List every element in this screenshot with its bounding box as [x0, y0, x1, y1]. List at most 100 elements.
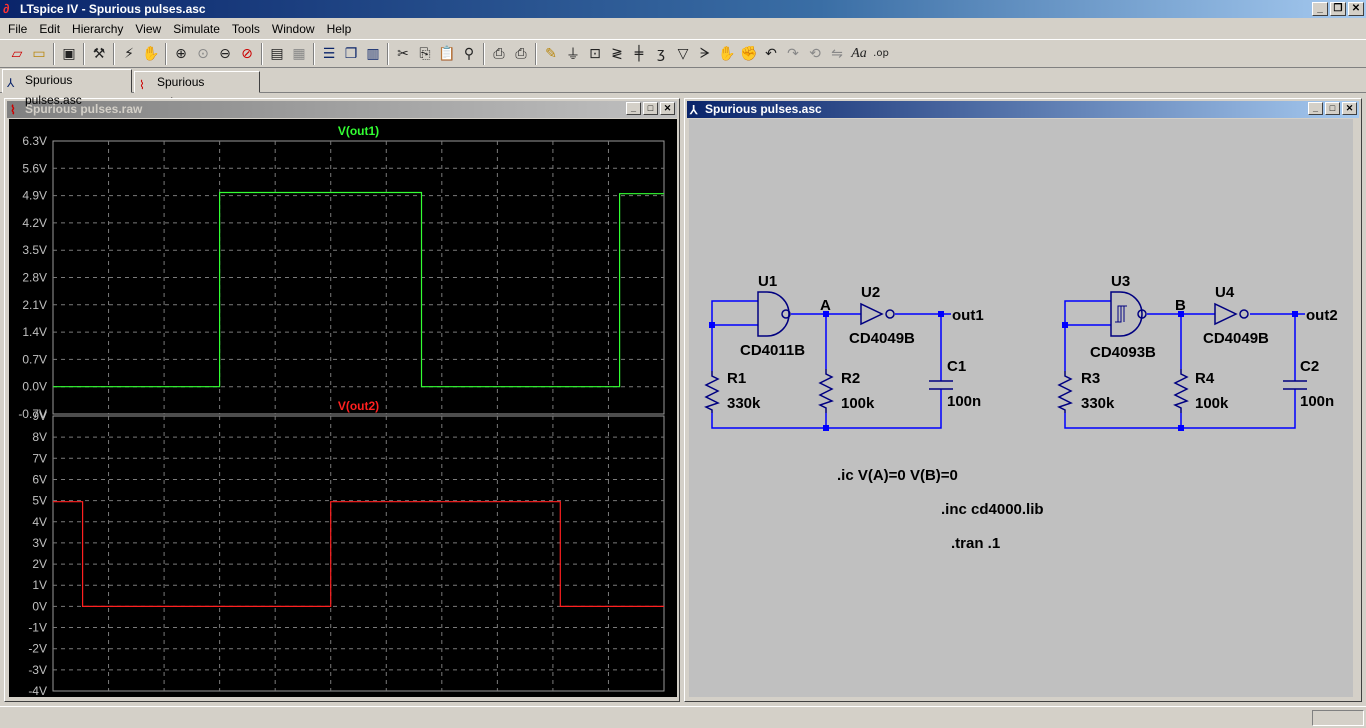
schematic-drawing[interactable]: U1 CD4011B A U2 CD4049B out1 R1 330k R2 … — [689, 119, 1353, 697]
copy-icon[interactable]: ⎘ — [414, 43, 436, 65]
label-cd4093b: CD4093B — [1090, 344, 1156, 361]
y-tick-label: 4.9V — [22, 189, 47, 203]
waveform-minimize-button[interactable]: _ — [626, 102, 641, 115]
tile-horizontal-icon[interactable]: ☰ — [318, 43, 340, 65]
trace-title: V(out1) — [338, 124, 379, 138]
x-tick-label: 48ms — [427, 695, 456, 697]
zoom-cancel-icon[interactable]: ⊘ — [236, 43, 258, 65]
y-tick-label: -3V — [28, 663, 47, 677]
label-r4: R4 — [1195, 370, 1215, 387]
autorange-icon[interactable]: ▤ — [266, 43, 288, 65]
schematic-window[interactable]: ⅄ Spurious pulses.asc _ □ ✕ U1 CD4011B A… — [684, 98, 1362, 702]
status-bar — [0, 706, 1366, 728]
schematic-minimize-button[interactable]: _ — [1308, 102, 1323, 115]
restore-button[interactable]: ❐ — [1330, 2, 1346, 16]
inverter-bubble-u2 — [885, 309, 895, 319]
waveform-tab-icon: ⌇ — [139, 78, 145, 92]
label-r1: R1 — [727, 370, 746, 387]
mirror-icon[interactable]: ⇋ — [826, 43, 848, 65]
x-tick-label: 45ms — [372, 695, 401, 697]
resistor-icon[interactable]: ≷ — [606, 43, 628, 65]
tab-schematic[interactable]: ⅄ Spurious pulses.asc — [2, 69, 132, 107]
spice-directive-icon[interactable]: .op — [870, 43, 892, 65]
cut-icon[interactable]: ✂ — [392, 43, 414, 65]
value-c2: 100n — [1300, 393, 1334, 410]
menu-simulate[interactable]: Simulate — [167, 20, 226, 38]
value-r3: 330k — [1081, 395, 1115, 412]
menu-window[interactable]: Window — [266, 20, 321, 38]
value-r1: 330k — [727, 395, 761, 412]
menu-edit[interactable]: Edit — [33, 20, 66, 38]
menu-file[interactable]: File — [2, 20, 33, 38]
label-cd4011b: CD4011B — [740, 342, 805, 359]
schematic-window-title: Spurious pulses.asc — [705, 102, 822, 116]
zoom-pan-icon[interactable]: ⊙ — [192, 43, 214, 65]
drag-icon[interactable]: ✊ — [738, 43, 760, 65]
tab-waveform[interactable]: ⌇ Spurious pulses.raw — [134, 71, 260, 109]
halt-icon[interactable]: ✋ — [140, 43, 162, 65]
move-icon[interactable]: ✋ — [716, 43, 738, 65]
y-tick-label: 2.8V — [22, 271, 47, 285]
net-label-out1: out1 — [952, 307, 984, 324]
y-tick-label: 2V — [32, 557, 47, 571]
menu-help[interactable]: Help — [321, 20, 358, 38]
y-tick-label: 9V — [32, 409, 47, 423]
rotate-icon[interactable]: ⟲ — [804, 43, 826, 65]
undo-icon[interactable]: ↶ — [760, 43, 782, 65]
capacitor-icon[interactable]: ╪ — [628, 43, 650, 65]
nand-gate-u1 — [757, 291, 790, 337]
resistor-r3 — [1057, 371, 1073, 413]
redo-icon[interactable]: ↷ — [782, 43, 804, 65]
junction-dot — [709, 322, 715, 328]
value-c1: 100n — [947, 393, 981, 410]
menu-hierarchy[interactable]: Hierarchy — [66, 20, 129, 38]
zoom-in-icon[interactable]: ⊕ — [170, 43, 192, 65]
new-schematic-icon[interactable]: ▱ — [6, 43, 28, 65]
component-icon[interactable]: ᗒ — [694, 43, 716, 65]
waveform-maximize-button[interactable]: □ — [643, 102, 658, 115]
schematic-canvas[interactable]: U1 CD4011B A U2 CD4049B out1 R1 330k R2 … — [689, 119, 1353, 697]
x-tick-label: 39ms — [261, 695, 290, 697]
inverter-bubble-u4 — [1239, 309, 1249, 319]
zoom-out-icon[interactable]: ⊖ — [214, 43, 236, 65]
wire-icon[interactable]: ✎ — [540, 43, 562, 65]
resistor-r4 — [1173, 369, 1189, 413]
schematic-maximize-button[interactable]: □ — [1325, 102, 1340, 115]
label-icon[interactable]: ⊡ — [584, 43, 606, 65]
diode-icon[interactable]: ▽ — [672, 43, 694, 65]
menu-tools[interactable]: Tools — [226, 20, 266, 38]
ltspice-app-icon: ∂ — [3, 1, 10, 16]
directive-tran[interactable]: .tran .1 — [951, 535, 1000, 552]
schematic-close-button[interactable]: ✕ — [1342, 102, 1357, 115]
open-icon[interactable]: ▭ — [28, 43, 50, 65]
inductor-icon[interactable]: ʒ — [650, 43, 672, 65]
x-tick-label: 51ms — [483, 695, 512, 697]
waveform-window[interactable]: ⌇ Spurious pulses.raw _ □ ✕ 6.3V 5.6V 4.9V… — [4, 98, 680, 709]
close-button[interactable]: ✕ — [1348, 2, 1364, 16]
directive-inc[interactable]: .inc cd4000.lib — [941, 501, 1044, 518]
control-panel-icon[interactable]: ⚒ — [88, 43, 110, 65]
grid-icon[interactable]: ▦ — [288, 43, 310, 65]
trace-line — [53, 501, 664, 607]
find-icon[interactable]: ⚲ — [458, 43, 480, 65]
print-icon[interactable]: ⎙ — [510, 43, 532, 65]
waveform-plots[interactable]: 6.3V 5.6V 4.9V 4.2V 3.5V 2.8V 2.1V 1.4V 0.7V 0.0V… — [9, 119, 677, 709]
run-icon[interactable]: ⚡ — [118, 43, 140, 65]
value-r4: 100k — [1195, 395, 1229, 412]
ground-icon[interactable]: ⏚ — [562, 43, 584, 65]
toolbar: ▱ ▭ ▣ ⚒ ⚡ ✋ ⊕ ⊙ ⊖ ⊘ ▤ ▦ ☰ ❐ ▥ ✂ ⎘ 📋 ⚲ ⎙ … — [0, 39, 1366, 68]
menu-view[interactable]: View — [129, 20, 167, 38]
directive-ic[interactable]: .ic V(A)=0 V(B)=0 — [837, 467, 958, 484]
text-icon[interactable]: Aa — [848, 43, 870, 65]
paste-icon[interactable]: 📋 — [436, 43, 458, 65]
waveform-close-button[interactable]: ✕ — [660, 102, 675, 115]
cascade-icon[interactable]: ❐ — [340, 43, 362, 65]
resistor-r2 — [818, 369, 834, 413]
tile-vertical-icon[interactable]: ▥ — [362, 43, 384, 65]
save-icon[interactable]: ▣ — [58, 43, 80, 65]
waveform-plot-area[interactable]: 6.3V 5.6V 4.9V 4.2V 3.5V 2.8V 2.1V 1.4V 0.7V 0.0V… — [9, 119, 677, 709]
x-tick-label: 30ms — [94, 695, 123, 697]
print-preview-icon[interactable]: ⎙ — [488, 43, 510, 65]
minimize-button[interactable]: _ — [1312, 2, 1328, 16]
schematic-window-title-bar: ⅄ Spurious pulses.asc _ □ ✕ — [687, 101, 1359, 118]
